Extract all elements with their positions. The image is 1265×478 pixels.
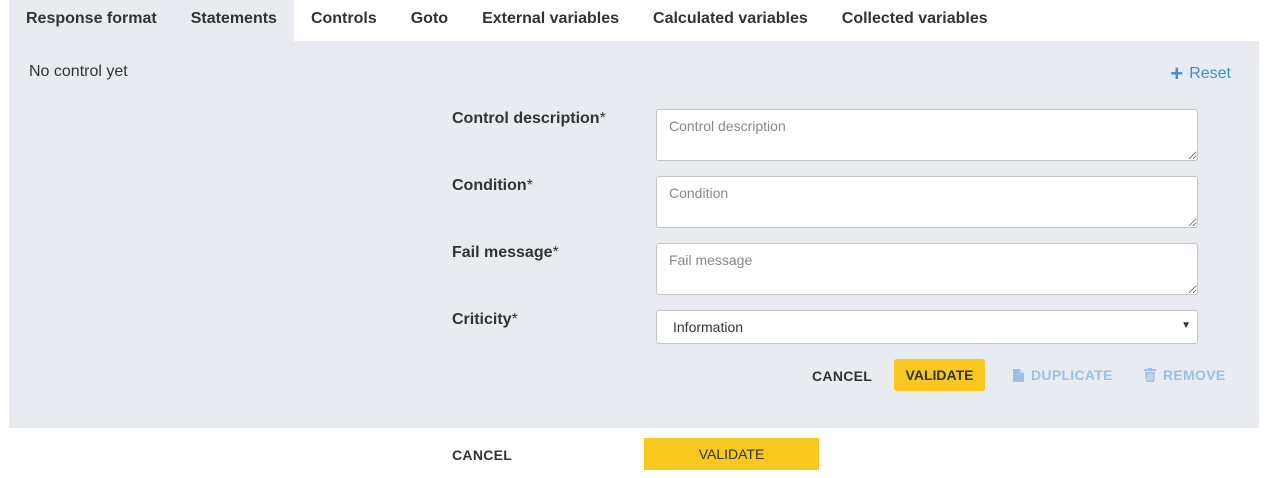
controls-panel: No control yet + Reset Control descripti… [9,41,1259,428]
fail-message-label: Fail message* [452,244,559,261]
control-description-label: Control description* [452,110,606,127]
fail-message-field[interactable] [656,243,1198,295]
tab-bar: Response format Statements Controls Goto… [9,0,1005,41]
cancel-button[interactable]: CANCEL [812,368,872,384]
criticity-label: Criticity* [452,311,518,328]
condition-label: Condition* [452,177,533,194]
trash-icon [1144,368,1156,382]
tab-external-variables[interactable]: External variables [465,0,637,41]
tab-response-format[interactable]: Response format [9,0,174,41]
file-icon [1013,368,1024,382]
empty-message: No control yet [29,63,128,80]
chevron-down-icon: ▼ [1181,320,1191,331]
control-description-field[interactable] [656,109,1198,161]
reset-label: Reset [1189,65,1231,82]
criticity-selected-value: Information [673,319,744,335]
validate-button[interactable]: VALIDATE [894,359,985,391]
condition-field[interactable] [656,176,1198,228]
criticity-select[interactable]: Information ▼ [656,310,1198,344]
footer-cancel-button[interactable]: CANCEL [452,447,512,463]
tab-controls[interactable]: Controls [293,0,394,41]
tab-goto[interactable]: Goto [393,0,466,41]
tab-collected-variables[interactable]: Collected variables [824,0,1005,41]
tab-calculated-variables[interactable]: Calculated variables [636,0,825,41]
remove-label: REMOVE [1163,367,1226,383]
tab-statements[interactable]: Statements [173,0,294,41]
duplicate-label: DUPLICATE [1031,367,1113,383]
remove-button[interactable]: REMOVE [1144,367,1225,383]
footer-validate-button[interactable]: VALIDATE [644,438,819,470]
reset-button[interactable]: + Reset [1170,61,1231,86]
plus-icon: + [1170,61,1184,86]
duplicate-button[interactable]: DUPLICATE [1013,367,1113,383]
